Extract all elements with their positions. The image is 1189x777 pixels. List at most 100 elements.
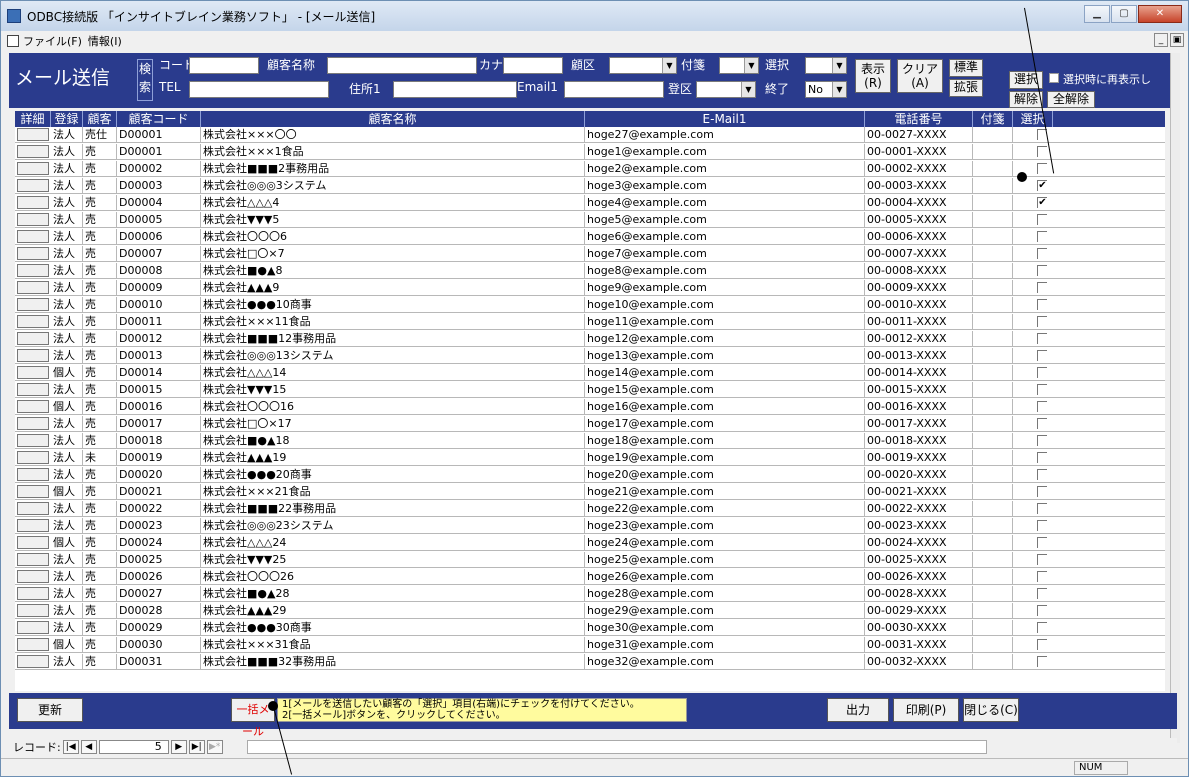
detail-button[interactable] [17,230,49,243]
table-row[interactable]: 法人売 D00025 株式会社▼▼▼25 hoge25@example.com 00-0… [15,552,1165,568]
last-record-button[interactable]: ▶| [188,740,205,754]
next-record-button[interactable]: ▶ [170,740,187,754]
select-checkbox[interactable] [1037,146,1047,157]
select-checkbox[interactable] [1037,452,1047,463]
table-row[interactable]: 個人売 D00024 株式会社△△△24 hoge24@example.com 00-0… [15,535,1165,551]
select-checkbox[interactable] [1037,299,1047,310]
close-window-button[interactable]: ✕ [1138,5,1182,23]
detail-button[interactable] [17,604,49,617]
deselect-button[interactable]: 解除 [1009,91,1043,108]
select-checkbox[interactable] [1037,656,1047,667]
table-row[interactable]: 法人売 D00015 株式会社▼▼▼15 hoge15@example.com 00-0… [15,382,1165,398]
menu-info[interactable]: 情報(I) [88,33,122,49]
table-row[interactable]: 法人 売仕 D00001 株式会社×××〇〇 hoge27@example.com 00-… [15,127,1165,143]
table-row[interactable]: 法人売 D00001 株式会社×××1食品 hoge1@example.com 00-0… [15,144,1165,160]
table-row[interactable]: 法人売 D00031 株式会社■■■32事務用品 hoge32@example.com… [15,654,1165,670]
table-row[interactable]: 法人売 D00006 株式会社〇〇〇6 hoge6@example.com 00-000… [15,229,1165,245]
detail-button[interactable] [17,213,49,226]
clear-button[interactable]: クリア (A) [897,59,943,93]
select-checkbox[interactable] [1037,503,1047,514]
detail-button[interactable] [17,264,49,277]
select-checkbox[interactable] [1037,571,1047,582]
vertical-scrollbar[interactable] [1170,53,1180,743]
table-row[interactable]: 個人売 D00014 株式会社△△△14 hoge14@example.com 00-0… [15,365,1165,381]
show-button[interactable]: 表示 (R) [855,59,891,93]
detail-button[interactable] [17,281,49,294]
select-checkbox[interactable] [1037,469,1047,480]
prev-record-button[interactable]: ◀ [80,740,97,754]
detail-button[interactable] [17,502,49,515]
select-checkbox[interactable] [1037,622,1047,633]
detail-button[interactable] [17,553,49,566]
minimize-button[interactable]: ▁ [1084,5,1110,23]
select-checkbox[interactable] [1037,639,1047,650]
select-checkbox[interactable] [1037,486,1047,497]
select-checkbox[interactable]: ✔ [1037,180,1047,191]
table-row[interactable]: 法人売 D00027 株式会社■●▲28 hoge28@example.com 00-0… [15,586,1165,602]
table-row[interactable]: 法人売 D00003 株式会社◎◎◎3システム hoge3@example.com 00… [15,178,1165,194]
detail-button[interactable] [17,485,49,498]
select-checkbox[interactable] [1037,384,1047,395]
detail-button[interactable] [17,451,49,464]
address-input[interactable] [393,81,517,98]
detail-button[interactable] [17,162,49,175]
menu-file[interactable]: ファイル(F) [23,33,82,49]
detail-button[interactable] [17,315,49,328]
select-checkbox[interactable]: ✔ [1037,197,1047,208]
select-checkbox[interactable] [1037,333,1047,344]
select-checkbox[interactable] [1037,231,1047,242]
extend-button[interactable]: 拡張 [949,79,983,97]
table-row[interactable]: 法人売 D00013 株式会社◎◎◎13システム hoge13@example.com… [15,348,1165,364]
table-row[interactable]: 法人売 D00007 株式会社□〇×7 hoge7@example.com 00-000… [15,246,1165,262]
tag-select[interactable]: ▼ [719,57,759,74]
table-row[interactable]: 法人売 D00029 株式会社●●●30商事 hoge30@example.com 00… [15,620,1165,636]
table-row[interactable]: 法人未 D00019 株式会社▲▲▲19 hoge19@example.com 00-0… [15,450,1165,466]
kana-input[interactable] [503,57,563,74]
detail-button[interactable] [17,400,49,413]
reg-area-select[interactable]: ▼ [696,81,756,98]
tel-input[interactable] [189,81,329,98]
print-button[interactable]: 印刷(P) [893,698,959,722]
detail-button[interactable] [17,383,49,396]
detail-button[interactable] [17,366,49,379]
select-checkbox[interactable] [1037,401,1047,412]
standard-button[interactable]: 標準 [949,59,983,77]
select-checkbox[interactable] [1037,537,1047,548]
select-checkbox[interactable] [1037,282,1047,293]
table-row[interactable]: 法人売 D00018 株式会社■●▲18 hoge18@example.com 00-0… [15,433,1165,449]
output-button[interactable]: 出力 [827,698,889,722]
table-row[interactable]: 法人売 D00010 株式会社●●●10商事 hoge10@example.com 00… [15,297,1165,313]
detail-button[interactable] [17,638,49,651]
redisplay-checkbox[interactable] [1049,73,1059,83]
first-record-button[interactable]: |◀ [62,740,79,754]
mdi-restore-button[interactable]: ▣ [1170,33,1184,47]
new-record-button[interactable]: ▶* [206,740,223,754]
detail-button[interactable] [17,621,49,634]
detail-button[interactable] [17,587,49,600]
table-row[interactable]: 法人売 D00028 株式会社▲▲▲29 hoge29@example.com 00-0… [15,603,1165,619]
select-checkbox[interactable] [1037,418,1047,429]
maximize-button[interactable]: ▢ [1111,5,1137,23]
select-checkbox[interactable] [1037,554,1047,565]
detail-button[interactable] [17,417,49,430]
select-checkbox[interactable] [1037,350,1047,361]
detail-button[interactable] [17,434,49,447]
table-row[interactable]: 個人売 D00021 株式会社×××21食品 hoge21@example.com 00… [15,484,1165,500]
area-select[interactable]: ▼ [609,57,677,74]
horizontal-scrollbar[interactable] [246,740,987,754]
table-row[interactable]: 法人売 D00002 株式会社■■■2事務用品 hoge2@example.com 00… [15,161,1165,177]
select-checkbox[interactable] [1037,520,1047,531]
table-row[interactable]: 個人売 D00016 株式会社〇〇〇16 hoge16@example.com 00-0… [15,399,1165,415]
mdi-minimize-button[interactable]: _ [1154,33,1168,47]
end-select[interactable]: No ▼ [805,81,847,98]
update-button[interactable]: 更新 [17,698,83,722]
select-checkbox[interactable] [1037,214,1047,225]
detail-button[interactable] [17,655,49,668]
code-input[interactable] [189,57,259,74]
select-checkbox[interactable] [1037,316,1047,327]
select-filter[interactable]: ▼ [805,57,847,74]
detail-button[interactable] [17,468,49,481]
name-input[interactable] [327,57,477,74]
select-checkbox[interactable] [1037,163,1047,174]
table-row[interactable]: 法人売 D00022 株式会社■■■22事務用品 hoge22@example.com… [15,501,1165,517]
